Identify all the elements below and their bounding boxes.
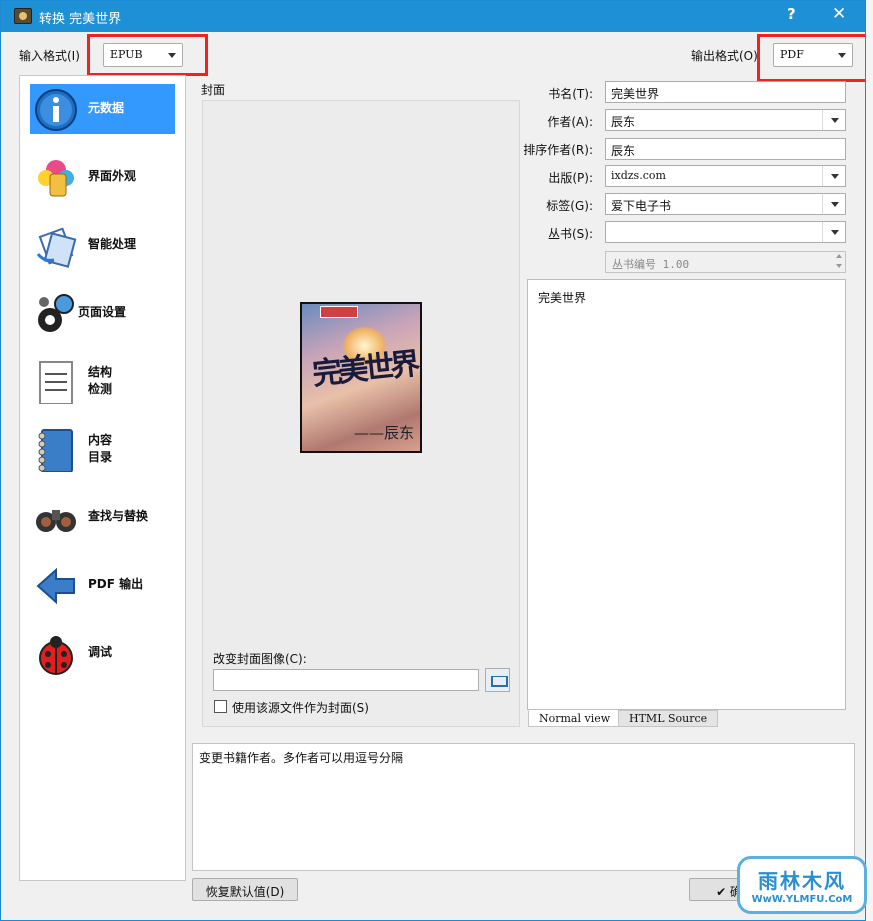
chevron-down-icon[interactable] xyxy=(831,202,839,207)
sidebar-item-label: 内容 目录 xyxy=(88,433,113,464)
sidebar-item-label: 查找与替换 xyxy=(88,509,149,523)
chevron-down-icon[interactable] xyxy=(831,118,839,123)
input-format-label: 输入格式(I) xyxy=(19,49,80,63)
arrow-left-icon xyxy=(36,567,75,605)
sidebar-item-page-setup[interactable]: 页面设置 xyxy=(30,288,175,338)
use-source-cover-checkbox[interactable] xyxy=(214,700,227,713)
app-icon xyxy=(14,8,32,24)
convert-dialog: 转换 完美世界 ? ✕ 输入格式(I) EPUB 输出格式(O) PDF 元数据 xyxy=(0,0,866,921)
divider xyxy=(822,222,823,242)
series-label: 丛书(S): xyxy=(547,227,593,241)
title-bar: 转换 完美世界 ? ✕ xyxy=(1,1,865,32)
sidebar-item-label: 页面设置 xyxy=(78,305,127,319)
tab-html-source[interactable]: HTML Source xyxy=(618,710,719,727)
chevron-down-icon[interactable] xyxy=(831,230,839,235)
cover-path-input[interactable] xyxy=(213,669,479,691)
cover-image: 完美世界 ——辰东 xyxy=(300,302,422,453)
author-value: 辰东 xyxy=(611,115,636,129)
info-icon xyxy=(35,89,77,131)
divider xyxy=(822,166,823,186)
sort-author-field[interactable]: 辰东 xyxy=(605,138,846,160)
sidebar-item-label: 智能处理 xyxy=(88,237,137,251)
publisher-label: 出版(P): xyxy=(548,171,593,185)
sidebar-item-look-feel[interactable]: 界面外观 xyxy=(30,152,175,202)
title-label: 书名(T): xyxy=(548,87,593,101)
highlight-box xyxy=(757,34,865,82)
help-button[interactable]: ? xyxy=(787,5,796,23)
title-field[interactable]: 完美世界 xyxy=(605,81,846,103)
notebook-icon xyxy=(38,429,73,472)
sidebar: 元数据 界面外观 智能处理 页面设置 结构 检测 内容 目录 查找与替换 PDF… xyxy=(19,75,186,881)
series-index-spinbox[interactable]: 丛书编号 1.00 xyxy=(605,251,846,273)
cover-image-title: 完美世界 xyxy=(310,346,418,393)
watermark-url: WwW.YLMFU.CoM xyxy=(751,894,853,905)
browse-icon[interactable] xyxy=(485,668,510,692)
use-source-cover-label: 使用该源文件作为封面(S) xyxy=(232,701,369,715)
sidebar-item-label: 调试 xyxy=(88,645,113,659)
tags-value: 爱下电子书 xyxy=(611,199,672,213)
paint-icon xyxy=(38,160,74,197)
sidebar-item-toc[interactable]: 内容 目录 xyxy=(30,424,175,474)
sidebar-item-metadata[interactable]: 元数据 xyxy=(30,84,175,134)
sidebar-item-label: 元数据 xyxy=(88,101,125,115)
help-text: 变更书籍作者。多作者可以用逗号分隔 xyxy=(199,751,404,765)
wand-icon xyxy=(36,227,77,268)
change-cover-label: 改变封面图像(C): xyxy=(213,652,307,666)
help-text-box: 变更书籍作者。多作者可以用逗号分隔 xyxy=(192,743,855,871)
sidebar-item-structure-detection[interactable]: 结构 检测 xyxy=(30,356,175,406)
sidebar-item-heuristics[interactable]: 智能处理 xyxy=(30,220,175,270)
tags-label: 标签(G): xyxy=(546,199,593,213)
comments-editor[interactable]: 完美世界 xyxy=(527,279,846,710)
restore-defaults-button[interactable]: 恢复默认值(D) xyxy=(192,878,298,901)
author-label: 作者(A): xyxy=(547,115,593,129)
tab-normal-view[interactable]: Normal view xyxy=(528,710,622,727)
cover-label: 封面 xyxy=(201,83,226,97)
chevron-down-icon[interactable] xyxy=(831,174,839,179)
close-button[interactable]: ✕ xyxy=(832,4,846,24)
sidebar-item-label: PDF 输出 xyxy=(88,577,144,591)
tags-field[interactable]: 爱下电子书 xyxy=(605,193,846,215)
comments-text: 完美世界 xyxy=(538,291,587,305)
divider xyxy=(822,110,823,130)
cover-image-author: ——辰东 xyxy=(354,424,415,442)
series-index-value: 丛书编号 1.00 xyxy=(612,258,690,271)
series-field[interactable] xyxy=(605,221,846,243)
author-field[interactable]: 辰东 xyxy=(605,109,846,131)
highlight-box xyxy=(87,34,208,76)
sidebar-item-debug[interactable]: 调试 xyxy=(30,628,175,678)
watermark-logo: 雨林木风 WwW.YLMFU.CoM xyxy=(737,856,867,914)
spin-up-icon[interactable] xyxy=(836,254,842,258)
spin-down-icon[interactable] xyxy=(836,264,842,268)
sort-author-label: 排序作者(R): xyxy=(523,143,593,157)
publisher-value: ixdzs.com xyxy=(611,169,666,182)
title-value: 完美世界 xyxy=(611,87,660,101)
cover-badge xyxy=(320,306,358,318)
sidebar-item-label: 界面外观 xyxy=(88,169,137,183)
publisher-field[interactable]: ixdzs.com xyxy=(605,165,846,187)
gear-icon xyxy=(38,294,74,332)
background-window xyxy=(866,0,873,921)
watermark-text: 雨林木风 xyxy=(758,869,846,893)
sort-author-value: 辰东 xyxy=(611,144,636,158)
ladybug-icon xyxy=(39,636,73,675)
sidebar-item-pdf-output[interactable]: PDF 输出 xyxy=(30,560,175,610)
binoculars-icon xyxy=(36,510,76,532)
document-icon xyxy=(39,361,73,404)
window-title: 转换 完美世界 xyxy=(39,12,122,27)
sidebar-item-search-replace[interactable]: 查找与替换 xyxy=(30,492,175,542)
output-format-label: 输出格式(O) xyxy=(691,49,758,63)
divider xyxy=(822,194,823,214)
sidebar-item-label: 结构 检测 xyxy=(88,365,113,396)
